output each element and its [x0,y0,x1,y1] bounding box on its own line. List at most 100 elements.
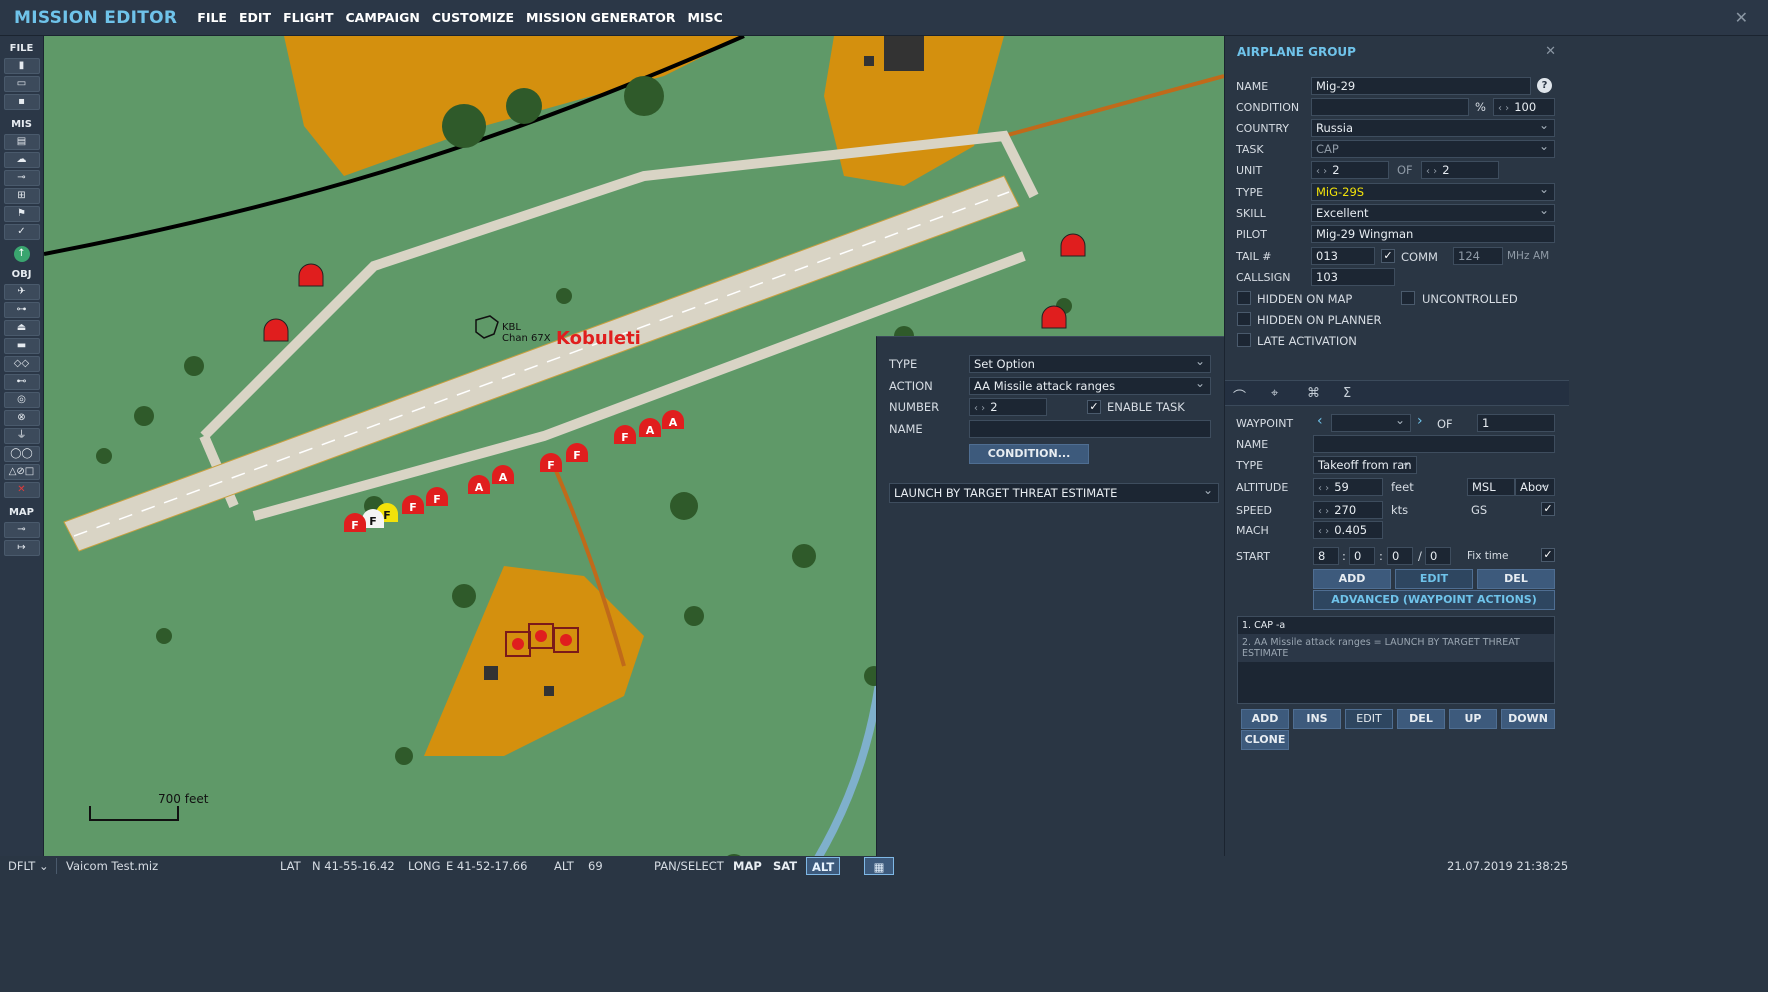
action-list-item[interactable]: 1. CAP -a [1238,617,1554,634]
altitude-above-select[interactable]: Abov [1515,478,1555,496]
route-icon[interactable]: ⊸ [3,170,40,186]
speed-lock-checkbox[interactable]: ✓ [1541,502,1555,516]
condition-stepper[interactable]: ‹ › 100 [1493,98,1555,116]
armor-group-icon[interactable]: ◇◇ [3,356,40,372]
open-folder-icon[interactable]: ▭ [3,76,40,92]
group-name-input[interactable]: Mig-29 [1311,77,1531,95]
action-name-input[interactable] [969,420,1211,438]
map-view-button[interactable]: MAP [728,857,767,875]
action-up-button[interactable]: UP [1449,709,1497,729]
waypoint-name-input[interactable] [1313,435,1555,453]
action-number-stepper[interactable]: ‹ › 2 [969,398,1047,416]
menu-edit[interactable]: EDIT [239,10,271,25]
check-icon[interactable]: ✓ [3,224,40,240]
menu-flight[interactable]: FLIGHT [283,10,333,25]
hidden-on-planner-checkbox[interactable] [1237,312,1251,326]
farp-icon[interactable]: ⏚ [3,428,40,444]
hidden-on-planner-label: HIDDEN ON PLANNER [1257,313,1382,327]
trigger-zone-icon[interactable]: ⊞ [3,188,40,204]
menu-mission-generator[interactable]: MISSION GENERATOR [526,10,676,25]
hidden-on-map-checkbox[interactable] [1237,291,1251,305]
aircraft-type-select[interactable]: MiG-29S [1311,183,1555,201]
ship-icon[interactable]: ⏏ [3,320,40,336]
ground-vehicle-icon[interactable]: ▬ [3,338,40,354]
route-tab-icon[interactable]: ⌒ [1233,386,1246,405]
condition-input[interactable] [1311,98,1469,116]
properties-tab-icon[interactable]: ⌘ [1307,386,1320,401]
action-action-select[interactable]: AA Missile attack ranges [969,377,1211,395]
waypoint-edit-button[interactable]: EDIT [1395,569,1473,589]
airfield-name-label[interactable]: Kobuleti [556,328,641,349]
menu-customize[interactable]: CUSTOMIZE [432,10,514,25]
action-delete-button[interactable]: DEL [1397,709,1445,729]
shapes-icon[interactable]: △⊘□ [3,464,40,480]
group-units-icon[interactable]: ◯◯ [3,446,40,462]
altitude-stepper[interactable]: ‹ › 59 [1313,478,1383,496]
unit-total-stepper[interactable]: ‹ › 2 [1421,161,1499,179]
static-object-icon[interactable]: ⊷ [3,374,40,390]
pilot-input[interactable]: Mig-29 Wingman [1311,225,1555,243]
waypoint-select[interactable] [1331,414,1411,432]
up-arrow-icon[interactable]: ↑ [13,246,30,262]
late-activation-checkbox[interactable] [1237,333,1251,347]
briefing-icon[interactable]: ▤ [3,134,40,150]
start-day-input[interactable]: 8 [1313,547,1339,565]
comm-checkbox[interactable]: ✓ [1381,249,1395,263]
action-list-item[interactable]: 2. AA Missile attack ranges = LAUNCH BY … [1238,634,1554,662]
summary-tab-icon[interactable]: Σ [1343,386,1351,401]
start-hour-input[interactable]: 0 [1349,547,1375,565]
map-layers-icon[interactable]: ▦ [864,857,894,875]
next-waypoint-icon[interactable]: › [1417,413,1423,429]
advanced-waypoint-actions-button[interactable]: ADVANCED (WAYPOINT ACTIONS) [1313,590,1555,610]
flag-icon[interactable]: ⚑ [3,206,40,222]
circle-x-icon[interactable]: ⊗ [3,410,40,426]
condition-button[interactable]: CONDITION... [969,444,1089,464]
close-app-icon[interactable]: ✕ [1735,8,1748,27]
close-panel-icon[interactable]: ✕ [1545,44,1556,59]
ruler-icon[interactable]: ↦ [3,540,40,556]
action-add-button[interactable]: ADD [1241,709,1289,729]
menu-file[interactable]: FILE [197,10,227,25]
start-second-input[interactable]: 0 [1425,547,1451,565]
map-key-icon[interactable]: ⊸ [3,522,40,538]
altitude-ref-select[interactable]: MSL [1467,478,1515,496]
menu-campaign[interactable]: CAMPAIGN [345,10,419,25]
action-insert-button[interactable]: INS [1293,709,1341,729]
task-select[interactable]: CAP [1311,140,1555,158]
action-clone-button[interactable]: CLONE [1241,730,1289,750]
enable-task-checkbox[interactable]: ✓ [1087,400,1101,414]
alt-view-button[interactable]: ALT [806,857,841,875]
uncontrolled-checkbox[interactable] [1401,291,1415,305]
sat-view-button[interactable]: SAT [768,857,802,875]
fix-time-checkbox[interactable]: ✓ [1541,548,1555,562]
payload-tab-icon[interactable]: ⌖ [1271,386,1278,401]
country-select[interactable]: Russia [1311,119,1555,137]
helicopter-icon[interactable]: ⊶ [3,302,40,318]
waypoint-type-select[interactable]: Takeoff from ran [1313,456,1417,474]
action-down-button[interactable]: DOWN [1501,709,1555,729]
waypoint-add-button[interactable]: ADD [1313,569,1391,589]
action-edit-button[interactable]: EDIT [1345,709,1393,729]
callsign-input[interactable]: 103 [1311,268,1395,286]
long-value: E 41-52-17.66 [446,859,528,873]
delete-icon[interactable]: ✕ [3,482,40,498]
prev-waypoint-icon[interactable]: ‹ [1317,413,1323,429]
comm-frequency-input[interactable]: 124 [1453,247,1503,265]
unit-stepper[interactable]: ‹ › 2 [1311,161,1389,179]
waypoint-del-button[interactable]: DEL [1477,569,1555,589]
target-icon[interactable]: ◎ [3,392,40,408]
airplane-icon[interactable]: ✈ [3,284,40,300]
launch-mode-select[interactable]: LAUNCH BY TARGET THREAT ESTIMATE [889,483,1219,503]
menu-misc[interactable]: MISC [688,10,723,25]
start-minute-input[interactable]: 0 [1387,547,1413,565]
mach-stepper[interactable]: ‹ › 0.405 [1313,521,1383,539]
profile-select[interactable]: DFLT ⌄ [8,859,49,873]
new-file-icon[interactable]: ▮ [3,58,40,74]
speed-stepper[interactable]: ‹ › 270 [1313,501,1383,519]
save-icon[interactable]: ▪ [3,94,40,110]
help-icon[interactable]: ? [1537,78,1552,93]
tail-number-input[interactable]: 013 [1311,247,1375,265]
weather-cloud-icon[interactable]: ☁ [3,152,40,168]
skill-select[interactable]: Excellent [1311,204,1555,222]
action-type-select[interactable]: Set Option [969,355,1211,373]
